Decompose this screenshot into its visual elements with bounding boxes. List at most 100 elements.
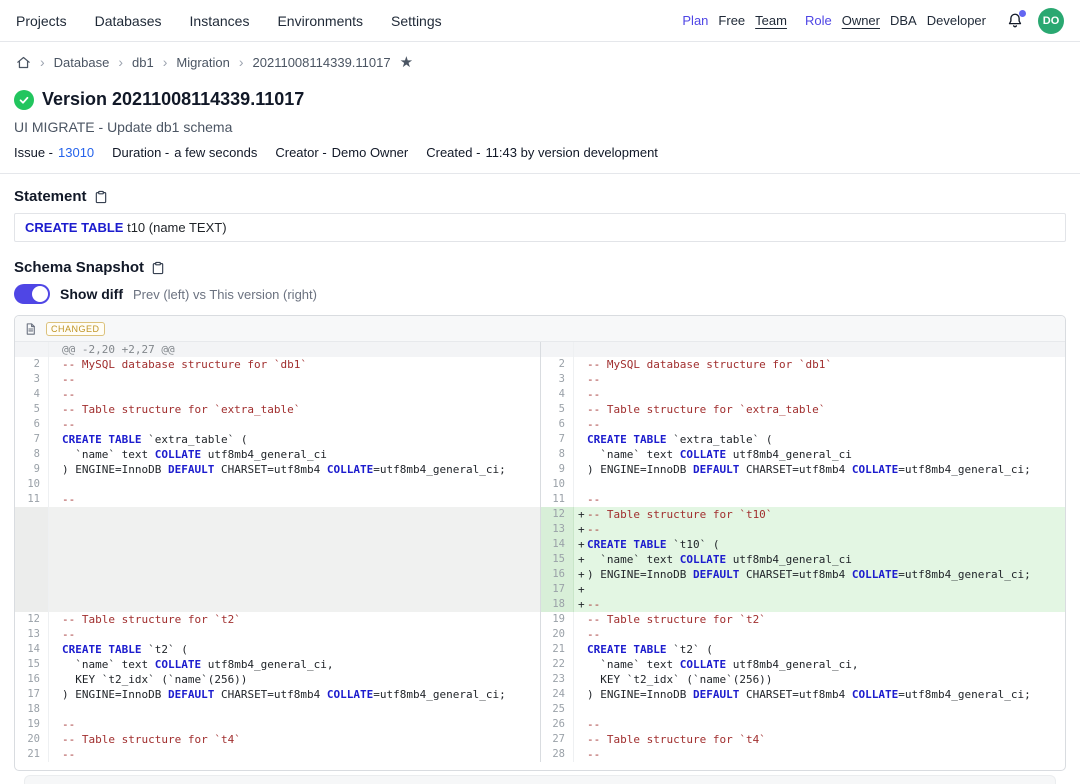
star-icon[interactable]: ★ [400, 55, 413, 70]
chevron-right-icon: › [163, 54, 168, 70]
diff-toggle-row: Show diff Prev (left) vs This version (r… [14, 284, 1066, 304]
nav-item-projects[interactable]: Projects [16, 13, 67, 29]
plan-option-free[interactable]: Free [718, 13, 745, 28]
nav-item-databases[interactable]: Databases [95, 13, 162, 29]
diff-code-right: -- Table structure for `t2` [574, 612, 1065, 627]
diff-viewer[interactable]: CHANGED @@ -2,20 +2,27 @@2-- MySQL datab… [14, 315, 1066, 771]
diff-row: 19--26-- [15, 717, 1065, 732]
diff-line-number-right: 11 [540, 492, 574, 507]
diff-code-left: @@ -2,20 +2,27 @@ [49, 342, 540, 357]
diff-marker: + [574, 582, 587, 597]
diff-line-number-left: 2 [15, 357, 49, 372]
diff-line-number-right: 2 [540, 357, 574, 372]
diff-code-left: -- [49, 747, 540, 762]
role-option-dba[interactable]: DBA [890, 13, 917, 28]
diff-code-left: -- Table structure for `t2` [49, 612, 540, 627]
diff-row: 13--20-- [15, 627, 1065, 642]
file-icon [24, 322, 37, 336]
diff-marker [49, 732, 62, 747]
diff-line-number-left [15, 537, 49, 552]
diff-code-right: + `name` text COLLATE utf8mb4_general_ci [574, 552, 1065, 567]
diff-marker [49, 597, 62, 612]
diff-line-number-left: 8 [15, 447, 49, 462]
diff-line-number-right: 25 [540, 702, 574, 717]
diff-line-number-right: 19 [540, 612, 574, 627]
diff-line-number-left [15, 597, 49, 612]
role-label: Role [805, 13, 832, 28]
diff-marker [49, 462, 62, 477]
copy-statement-icon[interactable] [94, 190, 108, 204]
diff-marker [574, 642, 587, 657]
diff-line-number-left [15, 552, 49, 567]
diff-code-right: ) ENGINE=InnoDB DEFAULT CHARSET=utf8mb4 … [574, 687, 1065, 702]
diff-code-left: ) ENGINE=InnoDB DEFAULT CHARSET=utf8mb4 … [49, 462, 540, 477]
meta-item: Creator - Demo Owner [275, 145, 408, 160]
breadcrumb-item[interactable]: db1 [132, 55, 154, 70]
diff-header: CHANGED [15, 316, 1065, 342]
diff-code-left: -- Table structure for `extra_table` [49, 402, 540, 417]
diff-code-right [574, 702, 1065, 717]
plan-group: Plan Free Team [682, 13, 787, 28]
diff-row: 12-- Table structure for `t2`19-- Table … [15, 612, 1065, 627]
diff-marker [49, 417, 62, 432]
diff-row: 1010 [15, 477, 1065, 492]
page-title: Version 20211008114339.11017 [42, 89, 304, 110]
breadcrumb-item[interactable]: 20211008114339.11017 [253, 55, 391, 70]
diff-marker [49, 672, 62, 687]
diff-marker [574, 357, 587, 372]
diff-line-number-right: 10 [540, 477, 574, 492]
diff-line-number-left [15, 567, 49, 582]
diff-marker [49, 522, 62, 537]
diff-code-right: -- [574, 747, 1065, 762]
diff-code-left [49, 522, 540, 537]
diff-line-number-right: 16 [540, 567, 574, 582]
diff-code-right: +-- [574, 597, 1065, 612]
home-icon[interactable] [16, 55, 31, 70]
diff-row: 8 `name` text COLLATE utf8mb4_general_ci… [15, 447, 1065, 462]
notification-bell-icon[interactable] [1006, 12, 1024, 30]
diff-marker [574, 372, 587, 387]
diff-row: 5-- Table structure for `extra_table`5--… [15, 402, 1065, 417]
diff-line-number-left: 14 [15, 642, 49, 657]
meta-value: Demo Owner [332, 145, 409, 160]
diff-line-number-right: 22 [540, 657, 574, 672]
plan-option-team[interactable]: Team [755, 13, 787, 28]
diff-code-right: CREATE TABLE `extra_table` ( [574, 432, 1065, 447]
plan-label: Plan [682, 13, 708, 28]
diff-code-right: -- Table structure for `extra_table` [574, 402, 1065, 417]
nav-item-settings[interactable]: Settings [391, 13, 442, 29]
breadcrumb-item[interactable]: Database [54, 55, 110, 70]
version-meta: Issue -13010Duration -a few secondsCreat… [14, 145, 1066, 160]
role-option-owner[interactable]: Owner [842, 13, 880, 28]
breadcrumb-item[interactable]: Migration [176, 55, 229, 70]
diff-code-right: -- [574, 492, 1065, 507]
diff-row: 15+ `name` text COLLATE utf8mb4_general_… [15, 552, 1065, 567]
diff-line-number-right: 5 [540, 402, 574, 417]
diff-table: @@ -2,20 +2,27 @@2-- MySQL database stru… [15, 342, 1065, 770]
issue-link[interactable]: 13010 [58, 145, 94, 160]
diff-line-number-left: 19 [15, 717, 49, 732]
nav-item-instances[interactable]: Instances [190, 13, 250, 29]
diff-line-number-right: 23 [540, 672, 574, 687]
role-option-developer[interactable]: Developer [927, 13, 986, 28]
copy-snapshot-icon[interactable] [151, 261, 165, 275]
avatar[interactable]: DO [1038, 8, 1064, 34]
diff-marker: + [574, 597, 587, 612]
snapshot-heading: Schema Snapshot [14, 259, 144, 276]
diff-code-left [49, 597, 540, 612]
diff-marker [574, 717, 587, 732]
diff-line-number-right: 14 [540, 537, 574, 552]
diff-line-number-right: 26 [540, 717, 574, 732]
diff-code-left [49, 477, 540, 492]
diff-marker [49, 477, 62, 492]
diff-line-number-right: 7 [540, 432, 574, 447]
diff-marker [49, 492, 62, 507]
diff-marker [574, 432, 587, 447]
nav-item-environments[interactable]: Environments [277, 13, 363, 29]
diff-marker [574, 732, 587, 747]
show-diff-toggle[interactable] [14, 284, 50, 304]
diff-code-left: `name` text COLLATE utf8mb4_general_ci, [49, 657, 540, 672]
diff-line-number-left: 6 [15, 417, 49, 432]
meta-label: Creator - [275, 145, 326, 160]
diff-marker [49, 747, 62, 762]
